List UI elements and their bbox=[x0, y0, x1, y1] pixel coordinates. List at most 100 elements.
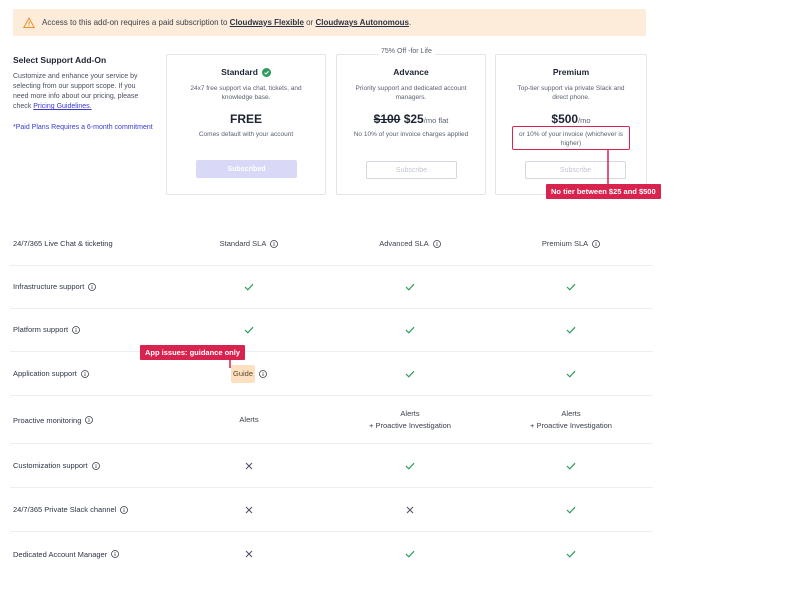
guide-badge: Guide bbox=[230, 364, 255, 383]
checkmark-icon bbox=[405, 370, 415, 378]
advance-plan-description: Priority support and dedicated account m… bbox=[355, 85, 467, 101]
premium-sla-text: Premium SLA bbox=[541, 238, 589, 248]
feature-label-text: Application support bbox=[13, 369, 77, 378]
checkmark-icon bbox=[566, 550, 576, 558]
advance-cell bbox=[330, 444, 490, 487]
commitment-note: *Paid Plans Requires a 6-month commitmen… bbox=[13, 124, 153, 131]
checkmark-icon bbox=[244, 326, 254, 334]
premium-cell bbox=[491, 488, 651, 531]
info-icon[interactable] bbox=[85, 416, 94, 424]
standard-plan-subtext: Comes default with your account bbox=[198, 131, 294, 138]
feature-label-text: Platform support bbox=[13, 325, 69, 334]
app-issues-annotation: App issues: guidance only bbox=[140, 345, 246, 360]
standard-cell: Alerts bbox=[169, 397, 329, 443]
cloudways-autonomous-link[interactable]: Cloudways Autonomous bbox=[316, 18, 409, 27]
support-addon-intro: Select Support Add-On Customize and enha… bbox=[13, 55, 153, 133]
info-icon[interactable] bbox=[111, 550, 120, 558]
checkmark-icon bbox=[405, 550, 415, 558]
feature-label: Dedicated Account Manager bbox=[13, 532, 120, 576]
advance-sla-text: Advanced SLA bbox=[379, 238, 429, 248]
info-icon[interactable] bbox=[72, 325, 80, 334]
subscription-warning-banner: Access to this add-on requires a paid su… bbox=[13, 9, 646, 36]
feature-row-sla: 24/7/365 Live Chat & ticketing Standard … bbox=[10, 222, 653, 266]
banner-period: . bbox=[409, 18, 412, 27]
standard-monitoring-text: Alerts bbox=[239, 415, 259, 424]
intro-description: Customize and enhance your service by se… bbox=[13, 72, 153, 112]
premium-subscribe-button[interactable]: Subscribe bbox=[525, 161, 626, 179]
advance-plan-price: $100 $25/mo flat bbox=[337, 112, 485, 126]
feature-label: 24/7/365 Private Slack channel bbox=[13, 488, 129, 531]
standard-plan-description: 24x7 free support via chat, tickets, and… bbox=[190, 85, 302, 101]
pricing-guidelines-link[interactable]: Pricing Guidelines. bbox=[33, 103, 91, 110]
advance-plan-name: Advance bbox=[393, 67, 429, 77]
discount-badge: 75% Off -for Life bbox=[378, 48, 435, 55]
premium-monitoring-text: Alerts bbox=[561, 409, 581, 418]
checkmark-icon bbox=[405, 283, 415, 291]
advance-cell bbox=[330, 308, 490, 351]
advance-monitoring-extra: + Proactive Investigation bbox=[369, 421, 451, 430]
checkmark-icon bbox=[566, 326, 576, 334]
premium-monitoring-extra: + Proactive Investigation bbox=[530, 421, 612, 430]
info-icon[interactable] bbox=[120, 505, 129, 514]
premium-pricing-highlight bbox=[512, 126, 630, 150]
premium-cell bbox=[491, 532, 651, 576]
feature-label: 24/7/365 Live Chat & ticketing bbox=[13, 222, 113, 265]
premium-price-unit: /mo bbox=[578, 116, 591, 125]
premium-cell bbox=[491, 265, 651, 308]
feature-row-account-manager: Dedicated Account Manager bbox=[10, 532, 653, 576]
advance-subscribe-button[interactable]: Subscribe bbox=[366, 161, 457, 179]
standard-sla-cell: Standard SLA bbox=[169, 222, 329, 265]
annotation-connector bbox=[607, 150, 609, 184]
premium-plan-card: Premium Top-tier support via private Sla… bbox=[495, 54, 647, 195]
checkmark-icon bbox=[405, 462, 415, 470]
advance-cell bbox=[330, 532, 490, 576]
advance-new-price: $25 bbox=[403, 112, 424, 126]
info-icon[interactable] bbox=[432, 239, 441, 248]
subscribed-button[interactable]: Subscribed bbox=[196, 160, 297, 178]
premium-cell bbox=[491, 308, 651, 351]
advance-monitoring-text: Alerts bbox=[400, 409, 420, 418]
feature-label-text: Infrastructure support bbox=[13, 282, 85, 291]
info-icon[interactable] bbox=[259, 369, 267, 378]
advance-price-unit: /mo flat bbox=[423, 116, 449, 125]
standard-cell bbox=[169, 532, 329, 576]
check-circle-icon bbox=[261, 67, 271, 77]
section-title: Select Support Add-On bbox=[13, 55, 107, 65]
premium-plan-price: $500/mo bbox=[496, 112, 646, 126]
banner-text: Access to this add-on requires a paid su… bbox=[42, 18, 228, 27]
feature-label: Application support bbox=[13, 352, 89, 395]
feature-row-platform: Platform support bbox=[10, 308, 653, 352]
feature-label: Customization support bbox=[13, 444, 100, 487]
advance-plan-card: Advance Priority support and dedicated a… bbox=[336, 54, 486, 195]
standard-plan-card: Standard 24x7 free support via chat, tic… bbox=[166, 54, 326, 195]
info-icon[interactable] bbox=[91, 461, 100, 470]
cross-icon bbox=[245, 550, 253, 558]
checkmark-icon bbox=[566, 370, 576, 378]
info-icon[interactable] bbox=[80, 369, 89, 378]
premium-plan-name: Premium bbox=[552, 67, 590, 77]
standard-plan-name: Standard bbox=[221, 67, 258, 77]
premium-sla-cell: Premium SLA bbox=[491, 222, 651, 265]
standard-plan-price: FREE bbox=[229, 112, 262, 126]
premium-plan-description: Top-tier support via private Slack and d… bbox=[517, 85, 625, 101]
feature-row-infrastructure: Infrastructure support bbox=[10, 265, 653, 309]
checkmark-icon bbox=[566, 462, 576, 470]
info-icon[interactable] bbox=[592, 239, 601, 248]
warning-icon bbox=[23, 16, 35, 28]
checkmark-icon bbox=[244, 283, 254, 291]
feature-label-text: 24/7/365 Live Chat & ticketing bbox=[13, 239, 113, 248]
standard-plan-name-row: Standard bbox=[167, 67, 325, 77]
cross-icon bbox=[245, 506, 253, 513]
premium-cell bbox=[491, 444, 651, 487]
cloudways-flexible-link[interactable]: Cloudways Flexible bbox=[230, 18, 304, 27]
feature-label-text: Proactive monitoring bbox=[13, 415, 82, 425]
feature-row-application: Application support Guide bbox=[10, 352, 653, 396]
info-icon[interactable] bbox=[270, 239, 279, 248]
info-icon[interactable] bbox=[88, 282, 97, 291]
standard-sla-text: Standard SLA bbox=[219, 238, 267, 248]
checkmark-icon bbox=[566, 506, 576, 514]
feature-row-customization: Customization support bbox=[10, 444, 653, 488]
advance-cell: Alerts + Proactive Investigation bbox=[330, 397, 490, 443]
feature-label-text: Dedicated Account Manager bbox=[13, 549, 108, 559]
standard-cell bbox=[169, 444, 329, 487]
